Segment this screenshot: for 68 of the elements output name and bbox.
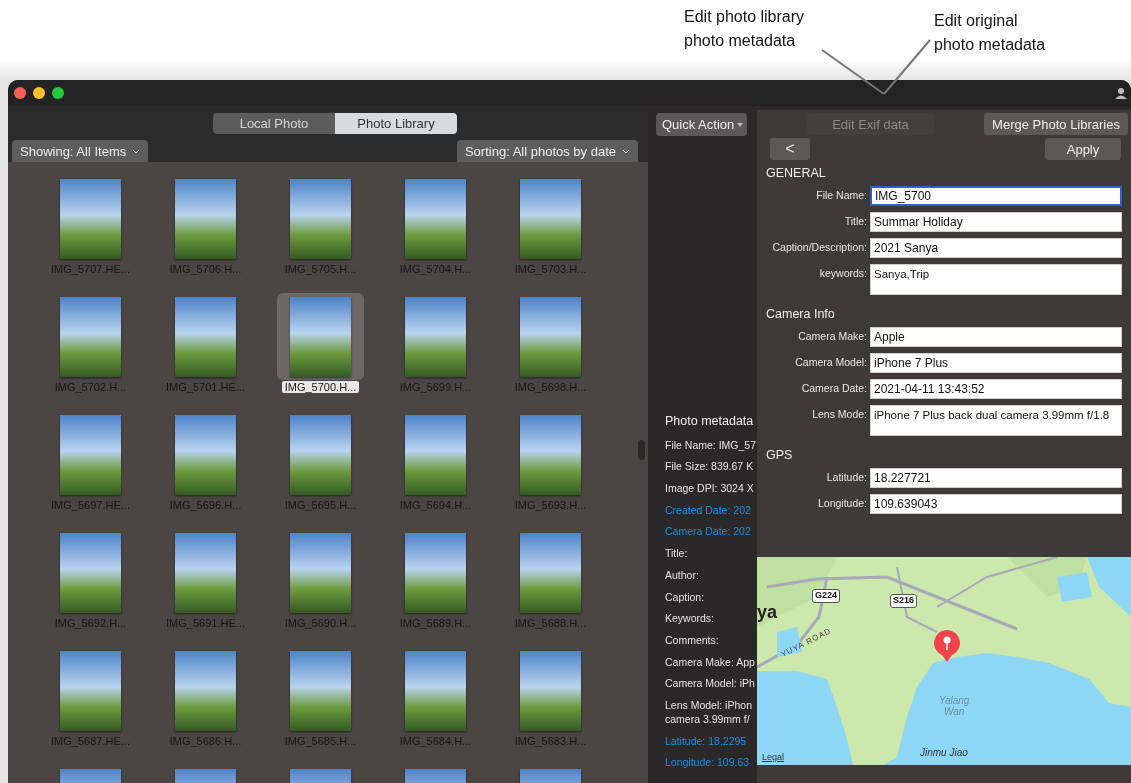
field-label: Lens Mode: bbox=[811, 407, 867, 420]
input-field[interactable]: 109.639043 bbox=[870, 494, 1122, 514]
metadata-line: Camera Make: App bbox=[665, 654, 756, 669]
map-pin-icon bbox=[934, 630, 960, 662]
file-name-label: IMG_5700.H... bbox=[281, 381, 360, 393]
annotation-text: Edit photo library photo metadata bbox=[684, 7, 805, 51]
field-label: Camera Model: bbox=[794, 355, 867, 368]
field-label: Caption/Description: bbox=[771, 240, 867, 253]
road-number-label: G224 bbox=[812, 589, 841, 603]
person-icon[interactable] bbox=[1115, 87, 1127, 99]
photo-tile[interactable] bbox=[277, 293, 364, 380]
segment-tab[interactable]: Photo Library bbox=[335, 113, 457, 134]
sort-dropdown[interactable]: Sorting: All photos by date bbox=[456, 140, 638, 162]
metadata-line: Title: bbox=[665, 546, 689, 561]
map-place-label: ya bbox=[757, 603, 778, 623]
metadata-line: Comments: bbox=[665, 632, 720, 647]
input-field[interactable]: IMG_5700 bbox=[870, 186, 1122, 206]
merge-libraries-button[interactable]: Merge Photo Libraries bbox=[984, 113, 1128, 135]
leader-line bbox=[821, 49, 885, 95]
caret-icon bbox=[737, 122, 744, 127]
metadata-line: Keywords: bbox=[665, 611, 716, 626]
input-field[interactable]: 2021 Sanya bbox=[870, 238, 1122, 258]
road-number-label: S216 bbox=[890, 594, 918, 608]
field-label: File Name: bbox=[815, 188, 867, 201]
field-label: Camera Date: bbox=[800, 381, 867, 394]
leader-line bbox=[883, 39, 931, 95]
metadata-line: Created Date: 202 bbox=[665, 502, 752, 517]
input-field[interactable]: Summar Holiday bbox=[870, 212, 1122, 232]
input-field[interactable]: Sanya,Trip bbox=[870, 264, 1122, 295]
cape-label: Jinmu Jiao bbox=[920, 747, 968, 758]
legal-link[interactable]: Legal bbox=[762, 752, 785, 762]
section-heading: Camera Info bbox=[766, 307, 836, 321]
annotation-text: Edit original photo metadata bbox=[934, 11, 1046, 55]
field-label: Longitude: bbox=[816, 496, 867, 509]
bay-label: Yalang Wan bbox=[939, 695, 970, 717]
input-field[interactable]: 2021-04-11 13:43:52 bbox=[870, 379, 1122, 399]
close-icon[interactable] bbox=[14, 87, 26, 99]
segment-tab[interactable]: Local Photo bbox=[213, 113, 335, 134]
metadata-line: Author: bbox=[665, 567, 700, 582]
chevron-down-icon bbox=[132, 148, 141, 154]
section-heading: GPS bbox=[766, 448, 794, 462]
field-label: Title: bbox=[843, 214, 867, 227]
metadata-line: Latitude: 18.2295 bbox=[665, 733, 748, 748]
quick-action-button[interactable]: Quick Action bbox=[656, 113, 748, 136]
metadata-line: File Name: IMG_57 bbox=[665, 437, 757, 452]
metadata-line: Longitude: 109.63 bbox=[665, 755, 751, 770]
metadata-line: Camera Date: 202 bbox=[665, 524, 752, 539]
metadata-heading: Photo metadata bbox=[665, 413, 755, 428]
back-button[interactable]: < bbox=[770, 138, 810, 160]
section-heading: GENERAL bbox=[766, 166, 827, 180]
metadata-line: Lens Model: iPhon camera 3.99mm f/ bbox=[665, 697, 753, 726]
input-field[interactable]: 18.227721 bbox=[870, 468, 1122, 488]
chevron-down-icon bbox=[622, 148, 630, 154]
minimize-icon[interactable] bbox=[33, 87, 45, 99]
field-label: Camera Make: bbox=[797, 329, 867, 342]
apply-button[interactable]: Apply bbox=[1045, 138, 1121, 160]
input-field[interactable]: iPhone 7 Plus back dual camera 3.99mm f/1.8 bbox=[870, 405, 1122, 436]
metadata-line: Camera Model: iPh bbox=[665, 676, 756, 691]
input-field[interactable]: Apple bbox=[870, 327, 1122, 347]
zoom-icon[interactable] bbox=[52, 87, 64, 99]
scrollbar-thumb[interactable] bbox=[638, 440, 645, 460]
field-label: Latitude: bbox=[825, 470, 867, 483]
field-label: keywords: bbox=[818, 266, 867, 279]
metadata-line: Caption: bbox=[665, 589, 706, 604]
filter-dropdown[interactable]: Showing: All Items bbox=[12, 140, 149, 162]
input-field[interactable]: iPhone 7 Plus bbox=[870, 353, 1122, 373]
metadata-line: Image DPI: 3024 X bbox=[665, 481, 755, 496]
metadata-line: File Size: 839.67 K bbox=[665, 459, 755, 474]
